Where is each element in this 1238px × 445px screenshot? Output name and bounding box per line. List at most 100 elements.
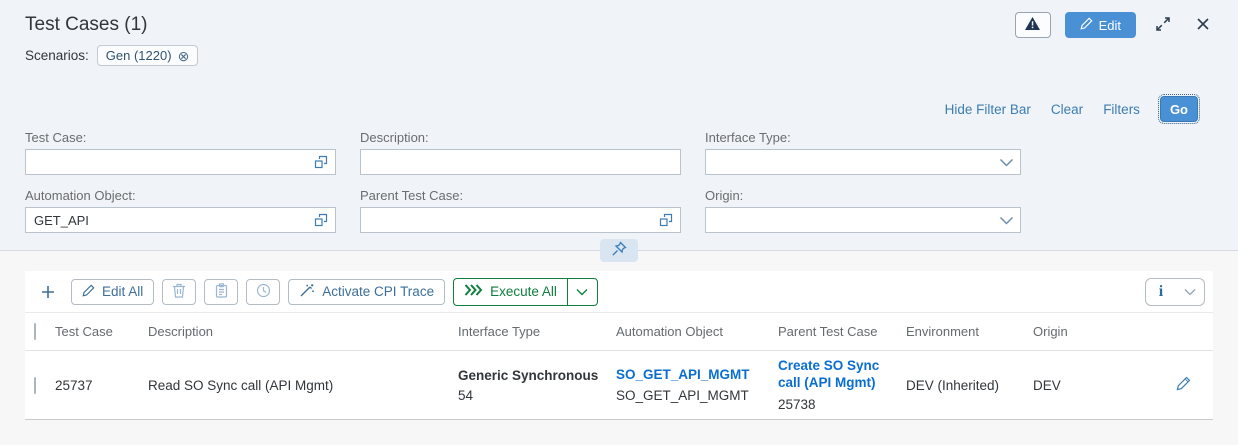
table-header-row: Test Case Description Interface Type Aut… (25, 313, 1213, 351)
cell-interface-type: Generic Synchronous 54 (458, 368, 616, 403)
execute-all-menu-arrow[interactable] (567, 279, 597, 305)
row-edit-button[interactable] (1176, 376, 1191, 394)
expand-button[interactable] (1150, 12, 1176, 38)
clock-icon (256, 283, 271, 301)
execute-all-button[interactable]: Execute All (454, 279, 567, 305)
edit-button-label: Edit (1099, 18, 1121, 33)
scenarios-row: Scenarios: Gen (1220) ⊗ (0, 38, 1238, 66)
parent-test-case-input[interactable] (361, 208, 652, 232)
filter-field-parent-test-case: Parent Test Case: (360, 188, 681, 233)
column-header-description[interactable]: Description (148, 324, 458, 339)
cell-row-actions (1133, 376, 1213, 394)
cell-description: Read SO Sync call (API Mgmt) (148, 378, 458, 393)
pencil-icon (1176, 376, 1191, 394)
execute-all-label: Execute All (490, 284, 557, 299)
edit-all-label: Edit All (102, 284, 143, 299)
value-help-icon[interactable] (307, 208, 335, 232)
filter-label-description: Description: (360, 130, 681, 145)
paste-button[interactable] (204, 279, 238, 305)
automation-object-input[interactable] (26, 208, 307, 232)
column-header-parent-test-case[interactable]: Parent Test Case (778, 324, 906, 339)
hide-filter-bar-link[interactable]: Hide Filter Bar (945, 102, 1031, 117)
triple-chevron-icon (464, 284, 483, 299)
scenario-token[interactable]: Gen (1220) ⊗ (97, 45, 199, 66)
go-button[interactable]: Go (1160, 96, 1198, 122)
magic-wand-icon (299, 283, 315, 301)
column-header-interface-type[interactable]: Interface Type (458, 324, 616, 339)
row-checkbox[interactable] (34, 377, 36, 394)
interface-type-name: Generic Synchronous (458, 368, 604, 383)
clear-link[interactable]: Clear (1051, 102, 1083, 117)
table-row[interactable]: 25737 Read SO Sync call (API Mgmt) Gener… (25, 351, 1213, 419)
activate-cpi-trace-button[interactable]: Activate CPI Trace (288, 279, 445, 305)
filter-field-interface-type: Interface Type: (705, 130, 1021, 175)
pencil-icon (1080, 17, 1093, 33)
value-help-icon[interactable] (652, 208, 680, 232)
warning-icon (1024, 16, 1041, 34)
info-menu-arrow[interactable] (1176, 288, 1204, 296)
filter-label-automation-object: Automation Object: (25, 188, 336, 203)
column-header-automation-object[interactable]: Automation Object (616, 324, 778, 339)
parent-test-case-link[interactable]: Create SO Sync call (API Mgmt) (778, 358, 894, 392)
column-header-test-case[interactable]: Test Case (55, 324, 148, 339)
test-cases-table-card: Edit All Activate CP (25, 271, 1213, 420)
history-button[interactable] (246, 279, 280, 305)
filter-field-origin: Origin: (705, 188, 1021, 233)
close-button[interactable] (1190, 12, 1216, 38)
pencil-icon (82, 284, 95, 300)
info-button[interactable]: i (1146, 283, 1176, 301)
expand-icon (1155, 16, 1171, 35)
execute-all-split-button: Execute All (453, 278, 598, 306)
add-button[interactable] (33, 279, 63, 305)
trash-icon (172, 283, 186, 301)
interface-type-select[interactable] (705, 149, 1021, 175)
title-row: Test Cases (1) Edit (0, 12, 1238, 38)
select-all-cell (25, 324, 55, 339)
token-remove-icon[interactable]: ⊗ (178, 49, 190, 63)
filter-label-test-case: Test Case: (25, 130, 336, 145)
column-header-origin[interactable]: Origin (1033, 324, 1133, 339)
origin-input[interactable] (706, 208, 992, 232)
test-case-input[interactable] (26, 150, 307, 174)
origin-select[interactable] (705, 207, 1021, 233)
description-input-box (360, 149, 681, 175)
chevron-down-icon[interactable] (992, 208, 1020, 232)
edit-button[interactable]: Edit (1065, 12, 1136, 38)
warning-button[interactable] (1015, 12, 1051, 38)
parent-test-case-id: 25738 (778, 397, 894, 412)
header-actions: Edit (1015, 12, 1216, 38)
chevron-down-icon[interactable] (992, 150, 1020, 174)
automation-object-id: SO_GET_API_MGMT (616, 388, 766, 403)
activate-cpi-trace-label: Activate CPI Trace (322, 284, 434, 299)
close-icon (1196, 17, 1210, 34)
filter-label-origin: Origin: (705, 188, 1021, 203)
row-select-cell (25, 378, 55, 393)
edit-all-button[interactable]: Edit All (71, 279, 154, 305)
info-split-button: i (1145, 278, 1205, 306)
filters-link[interactable]: Filters (1103, 102, 1140, 117)
pin-icon (611, 241, 627, 260)
filter-label-parent-test-case: Parent Test Case: (360, 188, 681, 203)
select-all-checkbox[interactable] (34, 323, 36, 340)
cell-test-case: 25737 (55, 378, 148, 393)
filter-field-test-case: Test Case: (25, 130, 336, 175)
clipboard-icon (215, 283, 228, 301)
filter-bar-actions: Hide Filter Bar Clear Filters Go (0, 96, 1238, 122)
interface-type-input[interactable] (706, 150, 992, 174)
value-help-icon[interactable] (307, 150, 335, 174)
automation-object-link[interactable]: SO_GET_API_MGMT (616, 367, 766, 384)
cell-automation-object: SO_GET_API_MGMT SO_GET_API_MGMT (616, 367, 778, 404)
interface-type-id: 54 (458, 388, 604, 403)
delete-button[interactable] (162, 279, 196, 305)
cell-origin: DEV (1033, 378, 1133, 393)
scenarios-label: Scenarios: (25, 48, 89, 63)
parent-test-case-input-box (360, 207, 681, 233)
table-toolbar: Edit All Activate CP (25, 271, 1213, 313)
filter-field-description: Description: (360, 130, 681, 175)
filter-field-automation-object: Automation Object: (25, 188, 336, 233)
filter-fields-grid: Test Case: Description: Interface Type: (25, 130, 1238, 250)
page-title: Test Cases (1) (25, 14, 147, 36)
description-input[interactable] (361, 150, 680, 174)
pin-filter-bar-button[interactable] (600, 239, 638, 262)
column-header-environment[interactable]: Environment (906, 324, 1033, 339)
